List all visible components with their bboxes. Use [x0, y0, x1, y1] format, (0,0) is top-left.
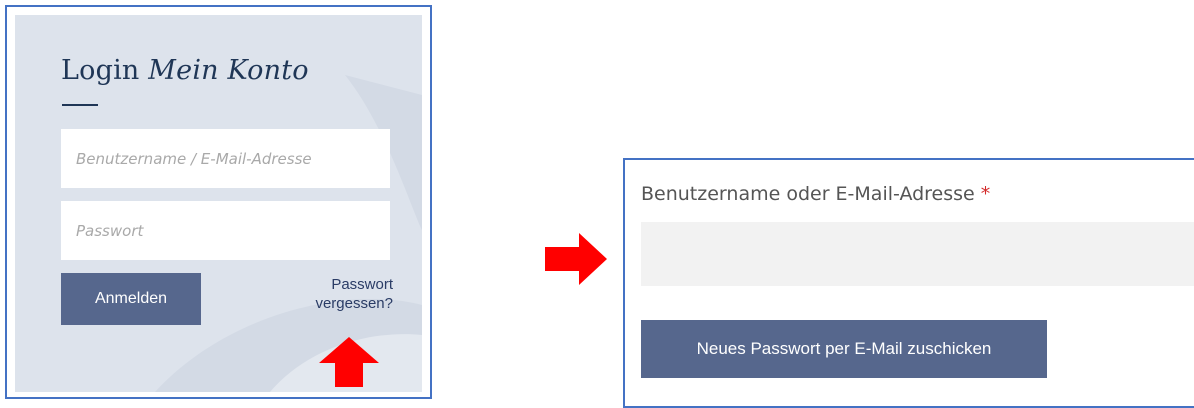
login-panel: Login Mein Konto Anmelden Passwort verge…	[5, 5, 432, 399]
reset-field-label: Benutzername oder E-Mail-Adresse *	[641, 183, 990, 205]
send-reset-email-button[interactable]: Neues Passwort per E-Mail zuschicken	[641, 320, 1047, 378]
reset-username-input[interactable]	[641, 222, 1194, 286]
login-title-plain: Login	[61, 55, 140, 86]
username-input[interactable]	[61, 129, 390, 188]
password-input[interactable]	[61, 201, 390, 260]
forgot-link-line-1: Passwort	[331, 276, 393, 293]
forgot-link-line-2: vergessen?	[315, 295, 393, 312]
login-button[interactable]: Anmelden	[61, 273, 201, 325]
title-underline	[62, 104, 98, 106]
forgot-password-link[interactable]: Passwort vergessen?	[283, 275, 393, 313]
arrow-right-icon	[545, 233, 607, 285]
login-title: Login Mein Konto	[61, 55, 309, 86]
login-card: Login Mein Konto Anmelden Passwort verge…	[15, 15, 422, 392]
password-reset-panel: Benutzername oder E-Mail-Adresse * Neues…	[623, 158, 1194, 408]
required-marker: *	[980, 183, 991, 205]
arrow-up-icon	[319, 337, 379, 387]
reset-label-text: Benutzername oder E-Mail-Adresse	[641, 183, 975, 205]
login-title-italic: Mein Konto	[148, 55, 309, 86]
